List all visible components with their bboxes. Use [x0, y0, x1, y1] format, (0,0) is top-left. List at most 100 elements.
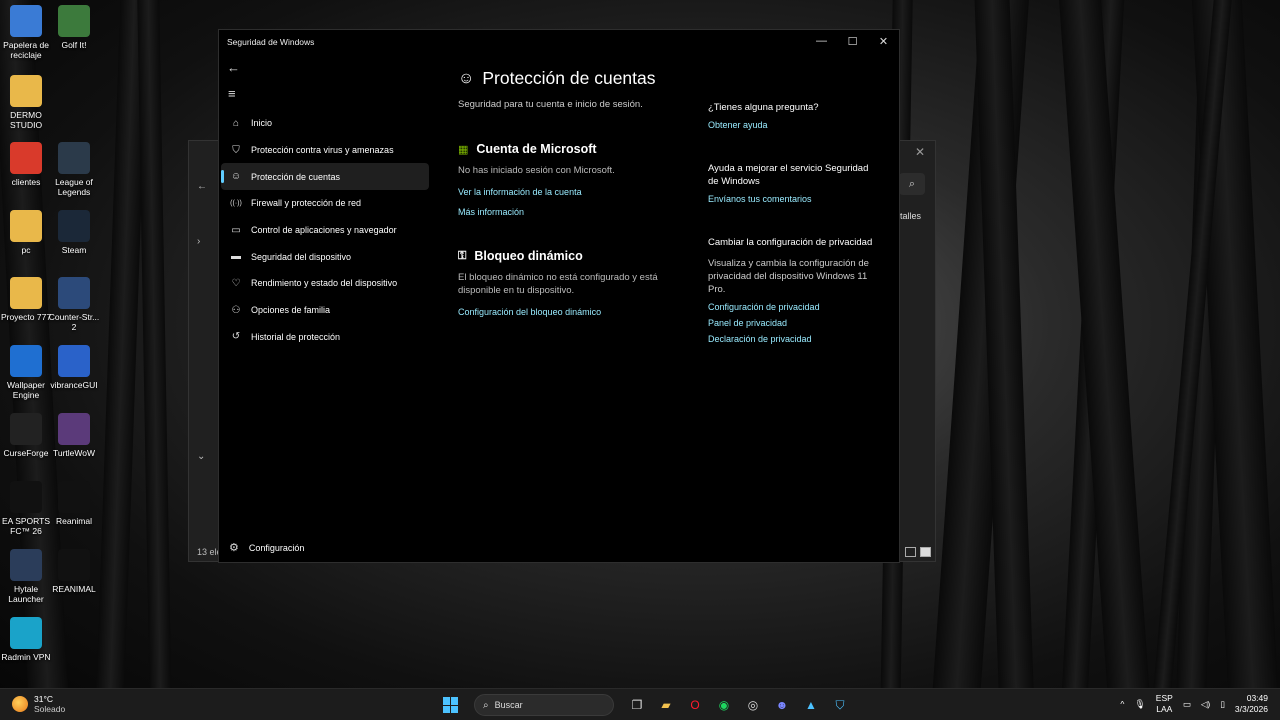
person-icon: ☺ [458, 69, 475, 87]
maximize-button[interactable]: ☐ [837, 30, 868, 52]
reanimal-icon [58, 549, 90, 581]
discord-icon[interactable]: ☻ [771, 694, 793, 716]
desktop-icon-label: vibranceGUI [50, 380, 98, 390]
shield-icon: ⛉ [232, 144, 240, 156]
battery-icon[interactable]: ▯ [1220, 699, 1225, 710]
back-arrow-icon[interactable]: ← [197, 181, 207, 192]
main-content: ☺ Protección de cuentas Seguridad para t… [458, 68, 678, 317]
clock-date: 3/3/2026 [1234, 704, 1268, 714]
desktop-icon-label: REANIMAL [52, 584, 96, 594]
spotify-icon[interactable]: ◉ [713, 694, 735, 716]
desktop-icon[interactable]: League of Legends [46, 142, 102, 197]
more-info-link[interactable]: Más información [458, 207, 678, 217]
help-heading: ¿Tienes alguna pregunta? [708, 102, 819, 113]
privacy-settings-link[interactable]: Configuración de privacidad [708, 302, 873, 312]
nav-item-label: Rendimiento y estado del dispositivo [251, 278, 398, 289]
taskbar-apps: ⌕ Buscar ❐ ▰ O ◉ ◎ ☻ ▲ ⛉ [440, 694, 851, 716]
title-bar[interactable]: Seguridad de Windows [219, 30, 899, 54]
page-subtitle: Seguridad para tu cuenta e inicio de ses… [458, 99, 643, 110]
language-indicator[interactable]: ESP LAA [1156, 693, 1173, 715]
windows-security-icon[interactable]: ⛉ [829, 694, 851, 716]
chevron-up-icon[interactable]: ^ [1120, 699, 1124, 709]
search-icon[interactable]: ⌕ [899, 173, 925, 195]
sun-icon [12, 696, 28, 712]
task-view-icon[interactable]: ❐ [626, 694, 648, 716]
start-button[interactable] [440, 694, 462, 716]
history-icon: ↺ [231, 331, 241, 343]
section-text: No has iniciado sesión con Microsoft. [458, 165, 615, 176]
clock[interactable]: 03:49 3/3/2026 [1235, 693, 1268, 715]
nav-item-label: Seguridad del dispositivo [251, 251, 352, 262]
golf-it-icon [58, 5, 90, 37]
dynamic-lock-settings-link[interactable]: Configuración del bloqueo dinámico [458, 307, 678, 317]
desktop-icon[interactable]: TurtleWoW [46, 413, 102, 458]
folder-icon [10, 277, 42, 309]
keyboard-layout: LAA [1156, 704, 1173, 714]
desktop-icon[interactable]: Counter-Str... 2 [46, 277, 102, 332]
windows-logo-icon [443, 697, 459, 713]
desktop-icon[interactable]: DERMO STUDIO [0, 75, 54, 130]
chrome-icon[interactable]: ◎ [742, 694, 764, 716]
app-browser-icon: ▭ [231, 224, 241, 236]
chevron-right-icon[interactable]: › [197, 236, 200, 247]
folder-icon [10, 210, 42, 242]
volume-icon[interactable]: ◁) [1201, 699, 1210, 710]
nav-item-label: Protección de cuentas [251, 171, 341, 182]
menu-icon[interactable]: ≡ [228, 86, 236, 101]
nav-item-label: Control de aplicaciones y navegador [251, 225, 397, 236]
network-icon[interactable]: ▭ [1183, 699, 1191, 710]
weather-condition: Soleado [34, 704, 66, 714]
taskbar-search[interactable]: ⌕ Buscar [474, 694, 614, 716]
nav-item-account-protection[interactable]: ☺ Protección de cuentas [221, 163, 429, 191]
search-icon: ⌕ [483, 699, 489, 711]
nav-item-label: Historial de protección [251, 331, 341, 342]
view-toggle[interactable] [905, 547, 931, 557]
get-help-link[interactable]: Obtener ayuda [708, 120, 873, 130]
nav-item-app-browser-control[interactable]: ▭ Control de aplicaciones y navegador [221, 217, 429, 244]
settings-label: Configuración [248, 542, 305, 553]
window-title: Seguridad de Windows [227, 37, 315, 47]
nav-item-firewall[interactable]: ((·)) Firewall y protección de red [221, 190, 429, 217]
ea-sports-fc-icon [10, 481, 42, 513]
counter-strike-icon [58, 277, 90, 309]
hytale-icon [10, 549, 42, 581]
desktop-icon[interactable]: Radmin VPN [0, 617, 54, 662]
nav-item-device-security[interactable]: ▬ Seguridad del dispositivo [221, 243, 429, 270]
view-account-info-link[interactable]: Ver la información de la cuenta [458, 187, 678, 197]
photos-icon[interactable]: ▲ [800, 694, 822, 716]
help-group: ¿Tienes alguna pregunta? Obtener ayuda [708, 101, 873, 130]
section-heading: ▦ Cuenta de Microsoft [458, 142, 678, 156]
weather-widget[interactable]: 31°C Soleado [12, 694, 65, 714]
nav-item-device-performance[interactable]: ♡ Rendimiento y estado del dispositivo [221, 270, 429, 297]
back-button[interactable]: ← [227, 60, 240, 75]
file-explorer-icon[interactable]: ▰ [655, 694, 677, 716]
nav-item-virus-protection[interactable]: ⛉ Protección contra virus y amenazas [221, 137, 429, 164]
privacy-heading: Cambiar la configuración de privacidad [708, 237, 873, 248]
desktop-icon-label: Reanimal [56, 516, 92, 526]
send-feedback-link[interactable]: Envíanos tus comentarios [708, 194, 873, 204]
desktop-icon-label: Golf It! [61, 40, 87, 50]
windows-security-window: Seguridad de Windows — ☐ ✕ ← ≡ ⌂ Inicio ⛉… [218, 29, 900, 563]
privacy-statement-link[interactable]: Declaración de privacidad [708, 334, 873, 344]
desktop-icon[interactable]: Steam [46, 210, 102, 255]
desktop-icon[interactable]: Golf It! [46, 5, 102, 50]
nav-item-family-options[interactable]: ⚇ Opciones de familia [221, 297, 429, 324]
desktop-icon[interactable]: REANIMAL [46, 549, 102, 594]
league-of-legends-icon [58, 142, 90, 174]
privacy-dashboard-link[interactable]: Panel de privacidad [708, 318, 873, 328]
family-icon: ⚇ [231, 304, 241, 316]
microphone-icon[interactable]: 🎙 [1134, 699, 1145, 710]
chevron-down-icon[interactable]: ⌄ [197, 451, 205, 462]
nav-item-inicio[interactable]: ⌂ Inicio [221, 110, 429, 137]
settings-button[interactable]: ⚙ Configuración [229, 541, 304, 554]
opera-icon[interactable]: O [684, 694, 706, 716]
close-icon[interactable]: ✕ [915, 145, 925, 159]
close-button[interactable]: ✕ [868, 30, 899, 52]
minimize-button[interactable]: — [806, 30, 837, 52]
nav-item-protection-history[interactable]: ↺ Historial de protección [221, 324, 429, 351]
desktop-icon[interactable]: vibranceGUI [46, 345, 102, 390]
desktop-icon-label: Radmin VPN [1, 652, 51, 662]
desktop-icon[interactable]: Reanimal [46, 481, 102, 526]
laptop-icon: ▬ [231, 251, 241, 263]
privacy-text: Visualiza y cambia la configuración de p… [708, 258, 869, 295]
